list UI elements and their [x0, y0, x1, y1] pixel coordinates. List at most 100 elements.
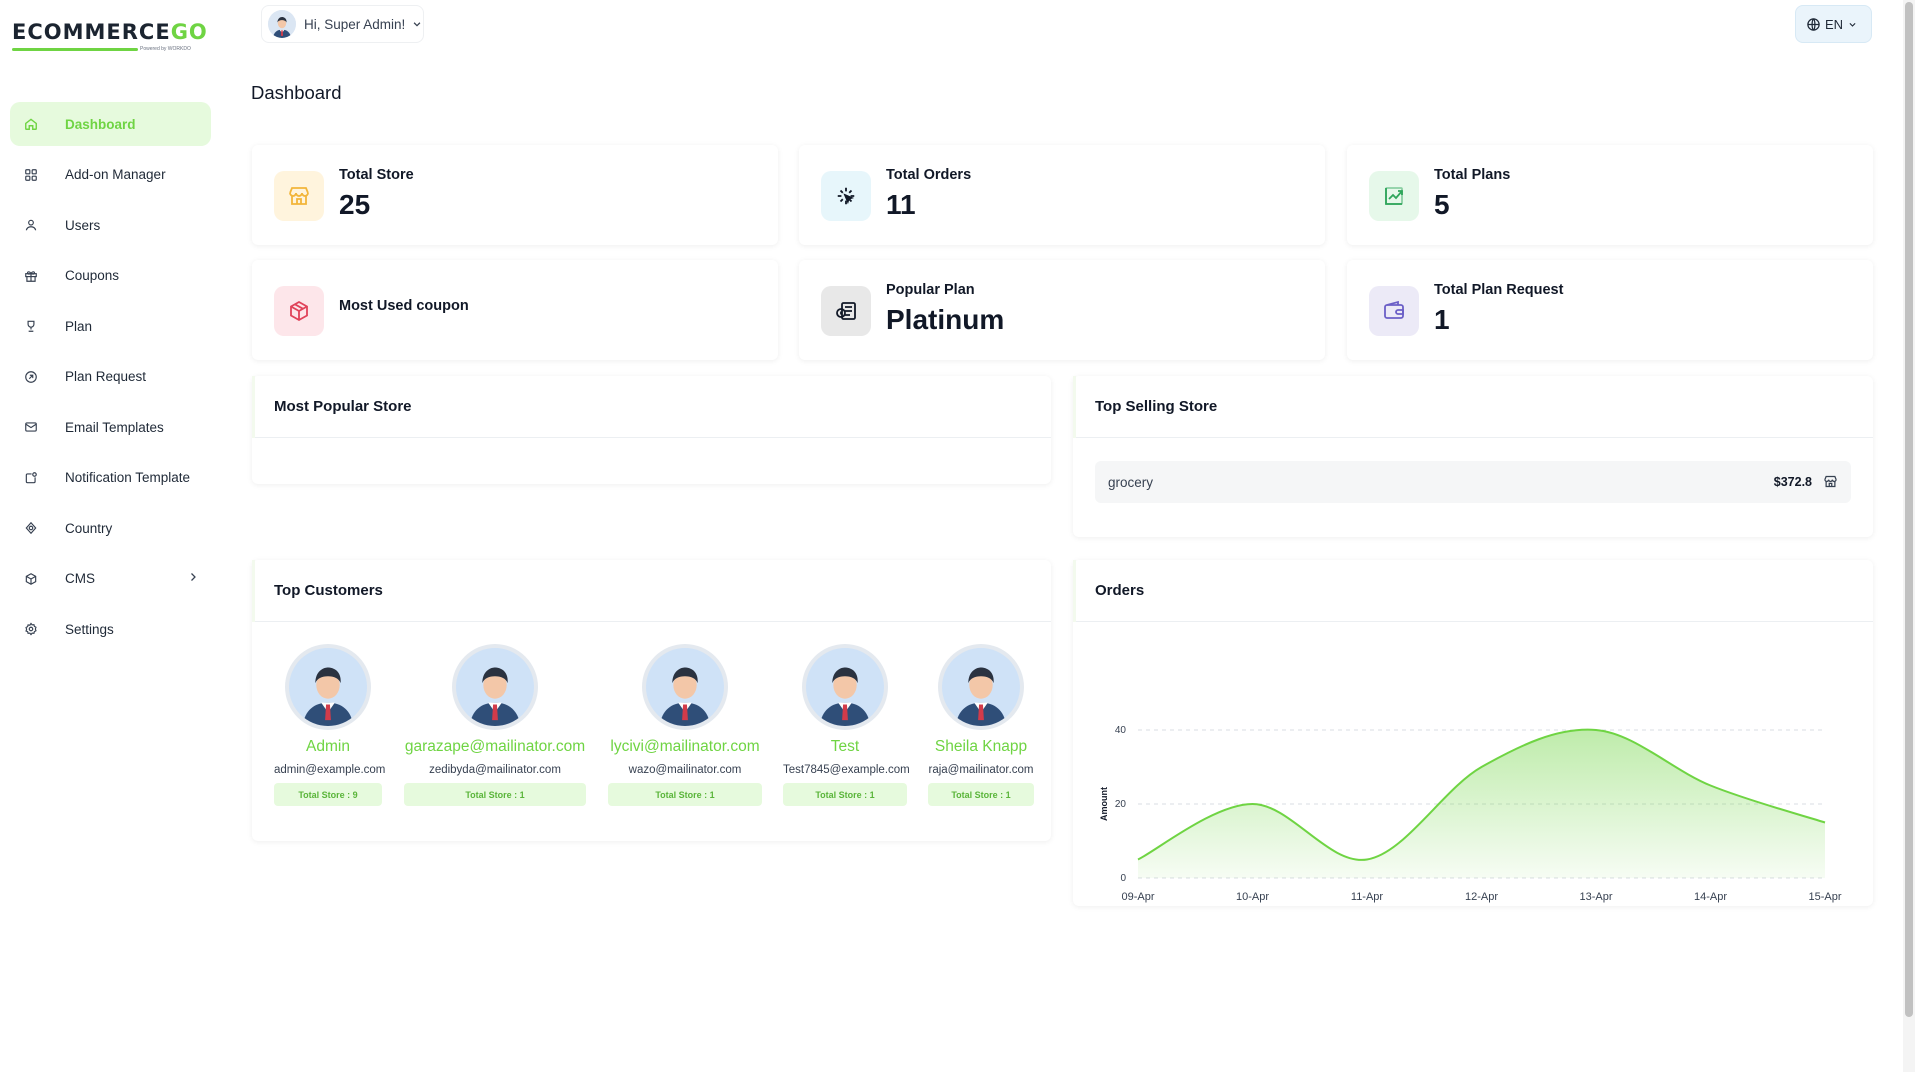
top-customers-panel: Top Customers Admin admin@example.com To… — [252, 560, 1051, 841]
sidebar-item-notification-template[interactable]: Notification Template — [10, 456, 211, 500]
stat-card-total-store: Total Store 25 — [252, 145, 778, 245]
stat-value: 25 — [339, 189, 371, 220]
sidebar: ECOMMERCEGO Powered by WORKDO Dashboard … — [0, 0, 222, 1072]
user-menu-button[interactable]: Hi, Super Admin! — [261, 5, 424, 43]
stat-card-total-orders: Total Orders 11 — [799, 145, 1325, 245]
stat-label: Total Plans — [1434, 167, 1511, 183]
home-icon — [23, 116, 39, 132]
sidebar-item-settings[interactable]: Settings — [10, 607, 211, 651]
customer-card[interactable]: Admin admin@example.com Total Store : 9 — [274, 644, 386, 806]
gift-icon — [23, 268, 39, 284]
sidebar-item-dashboard[interactable]: Dashboard — [10, 102, 211, 146]
globe-icon — [1807, 17, 1820, 31]
customer-name: Sheila Knapp — [934, 738, 1028, 755]
sidebar-item-label: Coupons — [65, 268, 120, 283]
customer-card[interactable]: garazape@mailinator.com zedibyda@mailina… — [404, 644, 586, 806]
most-popular-store-panel: Most Popular Store — [252, 376, 1051, 484]
stat-label: Total Orders — [886, 167, 972, 183]
sidebar-item-cms[interactable]: CMS — [10, 557, 211, 601]
avatar — [802, 644, 888, 730]
x-tick-label: 14-Apr — [1694, 891, 1727, 903]
sidebar-nav: Dashboard Add-on Manager Users Coupons P… — [10, 102, 211, 658]
stat-card-total-plans: Total Plans 5 — [1347, 145, 1873, 245]
stat-card-popular-plan: Popular Plan Platinum — [799, 260, 1325, 360]
series-area — [1138, 729, 1825, 878]
sidebar-item-label: Users — [65, 217, 101, 233]
sidebar-item-users[interactable]: Users — [10, 203, 211, 247]
language-selector[interactable]: EN — [1795, 5, 1872, 43]
scrollbar[interactable] — [1903, 0, 1915, 1072]
stat-value: 5 — [1434, 189, 1450, 220]
grid-icon — [23, 167, 39, 183]
customer-card[interactable]: Sheila Knapp raja@mailinator.com Total S… — [928, 644, 1034, 806]
store-count-badge: Total Store : 1 — [928, 783, 1034, 806]
x-tick-label: 09-Apr — [1121, 891, 1154, 903]
logo[interactable]: ECOMMERCEGO Powered by WORKDO — [12, 20, 208, 56]
cash-icon — [821, 286, 871, 336]
x-tick-label: 12-Apr — [1465, 891, 1498, 903]
sidebar-item-email-templates[interactable]: Email Templates — [10, 405, 211, 449]
logo-text: ECOMMERCEGO — [12, 20, 208, 44]
y-axis-label: Amount — [1099, 787, 1109, 821]
arrow-circle-icon — [23, 369, 39, 385]
customer-email: admin@example.com — [274, 764, 386, 776]
notification-icon — [23, 470, 39, 486]
chevron-down-icon — [1848, 20, 1861, 29]
customer-email: Test7845@example.com — [783, 764, 910, 776]
logo-tagline: Powered by WORKDO — [140, 46, 191, 52]
customer-card[interactable]: lycivi@mailinator.com wazo@mailinator.co… — [608, 644, 762, 806]
avatar — [268, 10, 296, 38]
orders-chart: 0 20 40 09-Apr 10-Apr 11-Apr 12-Apr 13-Apr 14-Ap… — [1099, 725, 1842, 903]
sparkle-cursor-icon — [821, 171, 871, 221]
sidebar-item-label: Settings — [65, 621, 114, 637]
list-item[interactable]: grocery $372.8 — [1095, 461, 1851, 503]
sidebar-item-label: Add-on Manager — [65, 167, 166, 182]
x-tick-label: 15-Apr — [1808, 891, 1841, 903]
avatar — [642, 644, 728, 730]
stat-card-total-plan-request: Total Plan Request 1 — [1347, 260, 1873, 360]
sidebar-item-label: Dashboard — [65, 116, 136, 132]
customer-email: wazo@mailinator.com — [628, 764, 742, 776]
customer-card[interactable]: Test Test7845@example.com Total Store : … — [783, 644, 910, 806]
panel-title: Top Customers — [252, 560, 1051, 622]
avatar — [452, 644, 538, 730]
y-tick-label: 0 — [1120, 873, 1126, 884]
language-label: EN — [1824, 16, 1844, 32]
location-icon — [23, 520, 39, 536]
orders-panel: Orders 0 20 40 09-Apr 10-Apr 11-Apr 12-Apr 13-A… — [1073, 560, 1873, 906]
panel-title: Most Popular Store — [252, 376, 1051, 438]
stat-label: Total Plan Request — [1434, 282, 1564, 298]
panel-title: Orders — [1073, 560, 1873, 622]
chevron-right-icon — [187, 571, 199, 586]
stat-value: Platinum — [886, 304, 1005, 335]
x-tick-label: 11-Apr — [1351, 891, 1384, 903]
x-tick-label: 13-Apr — [1579, 891, 1612, 903]
logo-underline — [12, 48, 138, 51]
sidebar-item-label: Notification Template — [65, 470, 191, 485]
sidebar-item-addon-manager[interactable]: Add-on Manager — [10, 153, 211, 197]
store-count-badge: Total Store : 9 — [274, 783, 382, 806]
trophy-icon — [23, 318, 39, 334]
store-count-badge: Total Store : 1 — [608, 783, 762, 806]
store-count-badge: Total Store : 1 — [404, 783, 586, 806]
scrollbar-thumb[interactable] — [1905, 2, 1913, 1017]
store-icon — [274, 171, 324, 221]
y-tick-label: 40 — [1115, 725, 1127, 736]
page-title: Dashboard — [251, 82, 342, 103]
stat-label: Most Used coupon — [339, 298, 469, 314]
gear-icon — [23, 621, 39, 637]
top-selling-store-panel: Top Selling Store grocery $372.8 — [1073, 376, 1873, 537]
stat-label: Popular Plan — [886, 282, 975, 298]
customer-email: zedibyda@mailinator.com — [429, 764, 561, 776]
avatar — [285, 644, 371, 730]
sidebar-item-label: Country — [65, 520, 113, 536]
user-icon — [23, 217, 39, 233]
sidebar-item-plan-request[interactable]: Plan Request — [10, 355, 211, 399]
sidebar-item-plan[interactable]: Plan — [10, 304, 211, 348]
customer-email: raja@mailinator.com — [928, 764, 1034, 776]
store-name: grocery — [1108, 474, 1154, 490]
sidebar-item-country[interactable]: Country — [10, 506, 211, 550]
store-count-badge: Total Store : 1 — [783, 783, 907, 806]
stat-card-most-used-coupon: Most Used coupon — [252, 260, 778, 360]
sidebar-item-coupons[interactable]: Coupons — [10, 254, 211, 298]
